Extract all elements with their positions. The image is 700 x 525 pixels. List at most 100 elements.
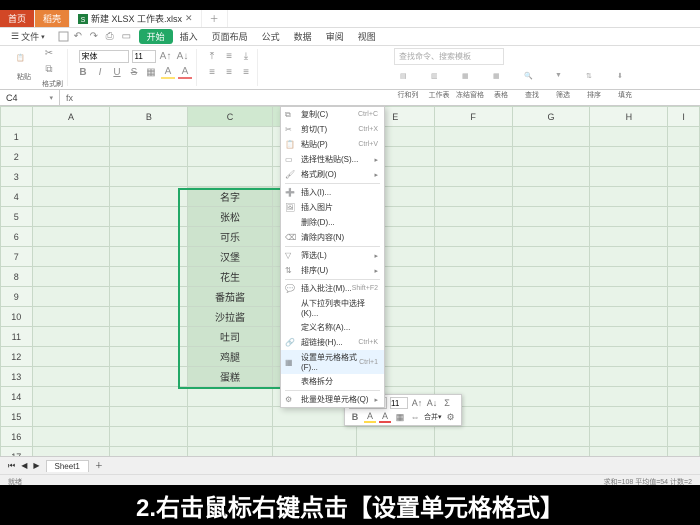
sort-button[interactable]: ⇅排序 xyxy=(580,68,608,104)
cell[interactable] xyxy=(512,327,590,347)
cell[interactable] xyxy=(32,327,110,347)
cell[interactable] xyxy=(434,447,512,457)
border-icon[interactable]: ▦ xyxy=(144,65,158,79)
print-icon[interactable]: ⎙ xyxy=(106,31,117,42)
rows-cols-button[interactable]: ▤行和列 xyxy=(394,68,422,104)
cell[interactable]: 名字 xyxy=(188,187,272,207)
ctx-paste-special[interactable]: ▭选择性粘贴(S)...▸ xyxy=(281,152,384,167)
select-all-corner[interactable] xyxy=(1,107,33,127)
cell[interactable] xyxy=(590,307,668,327)
mini-bold-icon[interactable]: B xyxy=(349,411,361,423)
cell[interactable] xyxy=(188,427,272,447)
cell[interactable] xyxy=(32,287,110,307)
mini-format-icon[interactable]: ⚙ xyxy=(445,411,457,423)
freeze-button[interactable]: ▦冻结窗格 xyxy=(456,68,484,104)
ctx-copy[interactable]: ⧉复制(C)Ctrl+C xyxy=(281,107,384,122)
cell[interactable] xyxy=(272,427,356,447)
ctx-insert-image[interactable]: 🖼插入图片 xyxy=(281,200,384,215)
cell[interactable] xyxy=(110,347,188,367)
table-button[interactable]: ▦表格 xyxy=(487,68,515,104)
align-mid-icon[interactable]: ≡ xyxy=(222,49,236,63)
align-bot-icon[interactable]: ⤓ xyxy=(239,49,253,63)
cell[interactable] xyxy=(32,227,110,247)
cell[interactable] xyxy=(668,327,700,347)
cell[interactable] xyxy=(188,407,272,427)
col-header[interactable]: A xyxy=(32,107,110,127)
tab-add[interactable]: ＋ xyxy=(202,10,228,27)
cell[interactable] xyxy=(110,307,188,327)
cell[interactable] xyxy=(512,267,590,287)
cell[interactable] xyxy=(668,287,700,307)
cell[interactable] xyxy=(590,247,668,267)
row-header[interactable]: 14 xyxy=(1,387,33,407)
filter-button[interactable]: ▼筛选 xyxy=(549,68,577,104)
cell[interactable] xyxy=(110,167,188,187)
row-header[interactable]: 1 xyxy=(1,127,33,147)
cell[interactable] xyxy=(32,167,110,187)
mini-font-size[interactable] xyxy=(390,397,408,409)
align-left-icon[interactable]: ≡ xyxy=(205,65,219,79)
mini-merge-icon[interactable]: ⇔ xyxy=(409,411,421,423)
cell[interactable] xyxy=(668,347,700,367)
col-header[interactable]: I xyxy=(668,107,700,127)
cell[interactable] xyxy=(434,327,512,347)
cell[interactable] xyxy=(434,427,512,447)
cell[interactable] xyxy=(110,447,188,457)
copy-icon[interactable]: ⧉ xyxy=(42,63,56,77)
cell[interactable] xyxy=(110,287,188,307)
cell[interactable] xyxy=(668,227,700,247)
col-header[interactable]: G xyxy=(512,107,590,127)
paste-button[interactable]: 📋 粘贴 xyxy=(10,50,38,86)
cell[interactable] xyxy=(668,247,700,267)
col-header[interactable]: C xyxy=(188,107,272,127)
cell[interactable] xyxy=(590,387,668,407)
ctx-hyperlink[interactable]: 🔗超链接(H)...Ctrl+K xyxy=(281,335,384,350)
cell[interactable] xyxy=(434,167,512,187)
ctx-insert[interactable]: ➕插入(I)... xyxy=(281,185,384,200)
cell[interactable] xyxy=(668,387,700,407)
cell[interactable] xyxy=(668,447,700,457)
cell[interactable] xyxy=(590,147,668,167)
ctx-sort[interactable]: ⇅排序(U)▸ xyxy=(281,263,384,278)
cell[interactable] xyxy=(434,307,512,327)
cell[interactable] xyxy=(32,447,110,457)
col-header[interactable]: B xyxy=(110,107,188,127)
row-header[interactable]: 4 xyxy=(1,187,33,207)
cell[interactable] xyxy=(32,247,110,267)
name-box[interactable]: C4 ▾ xyxy=(0,90,60,105)
find-button[interactable]: 🔍查找 xyxy=(518,68,546,104)
cell[interactable] xyxy=(32,387,110,407)
cell[interactable] xyxy=(356,427,434,447)
cell[interactable] xyxy=(668,267,700,287)
row-header[interactable]: 13 xyxy=(1,367,33,387)
cell[interactable] xyxy=(32,407,110,427)
preview-icon[interactable]: ▭ xyxy=(122,31,133,42)
save-icon[interactable] xyxy=(58,31,69,42)
mini-merge-label[interactable]: 合并▾ xyxy=(424,412,442,422)
cell[interactable] xyxy=(512,307,590,327)
sheet-nav-prev[interactable]: ◀ xyxy=(21,461,27,470)
row-header[interactable]: 6 xyxy=(1,227,33,247)
cell[interactable] xyxy=(434,207,512,227)
redo-icon[interactable]: ↷ xyxy=(90,31,101,42)
cell[interactable] xyxy=(434,367,512,387)
cell[interactable] xyxy=(668,167,700,187)
cell[interactable] xyxy=(32,207,110,227)
cell[interactable] xyxy=(110,147,188,167)
cell[interactable] xyxy=(512,227,590,247)
cell[interactable] xyxy=(512,167,590,187)
cell[interactable] xyxy=(590,267,668,287)
cell[interactable] xyxy=(110,127,188,147)
menu-formula[interactable]: 公式 xyxy=(255,30,287,43)
font-color-icon[interactable]: A xyxy=(178,65,192,79)
cell[interactable]: 番茄酱 xyxy=(188,287,272,307)
row-header[interactable]: 16 xyxy=(1,427,33,447)
add-sheet-button[interactable]: ＋ xyxy=(95,460,103,471)
cell[interactable] xyxy=(188,147,272,167)
align-top-icon[interactable]: ⤒ xyxy=(205,49,219,63)
cell[interactable] xyxy=(512,447,590,457)
ctx-define-name[interactable]: 定义名称(A)... xyxy=(281,320,384,335)
align-right-icon[interactable]: ≡ xyxy=(239,65,253,79)
row-header[interactable]: 15 xyxy=(1,407,33,427)
row-header[interactable]: 5 xyxy=(1,207,33,227)
